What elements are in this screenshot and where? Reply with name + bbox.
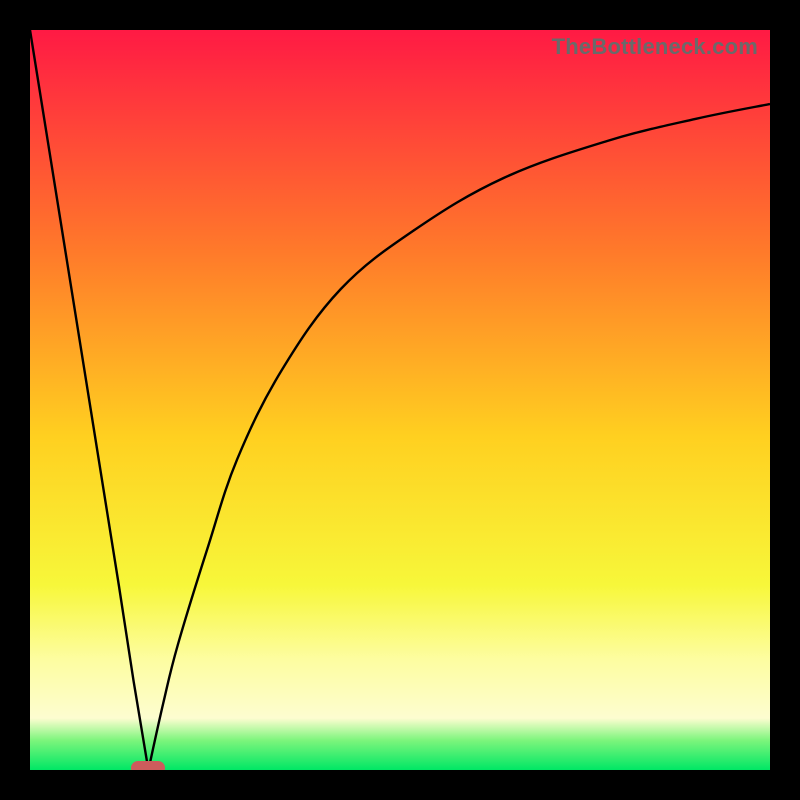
chart-frame: TheBottleneck.com bbox=[0, 0, 800, 800]
curve-path bbox=[30, 30, 770, 770]
plot-area: TheBottleneck.com bbox=[30, 30, 770, 770]
optimal-marker bbox=[131, 761, 165, 770]
bottleneck-curve bbox=[30, 30, 770, 770]
watermark-text: TheBottleneck.com bbox=[552, 34, 758, 60]
